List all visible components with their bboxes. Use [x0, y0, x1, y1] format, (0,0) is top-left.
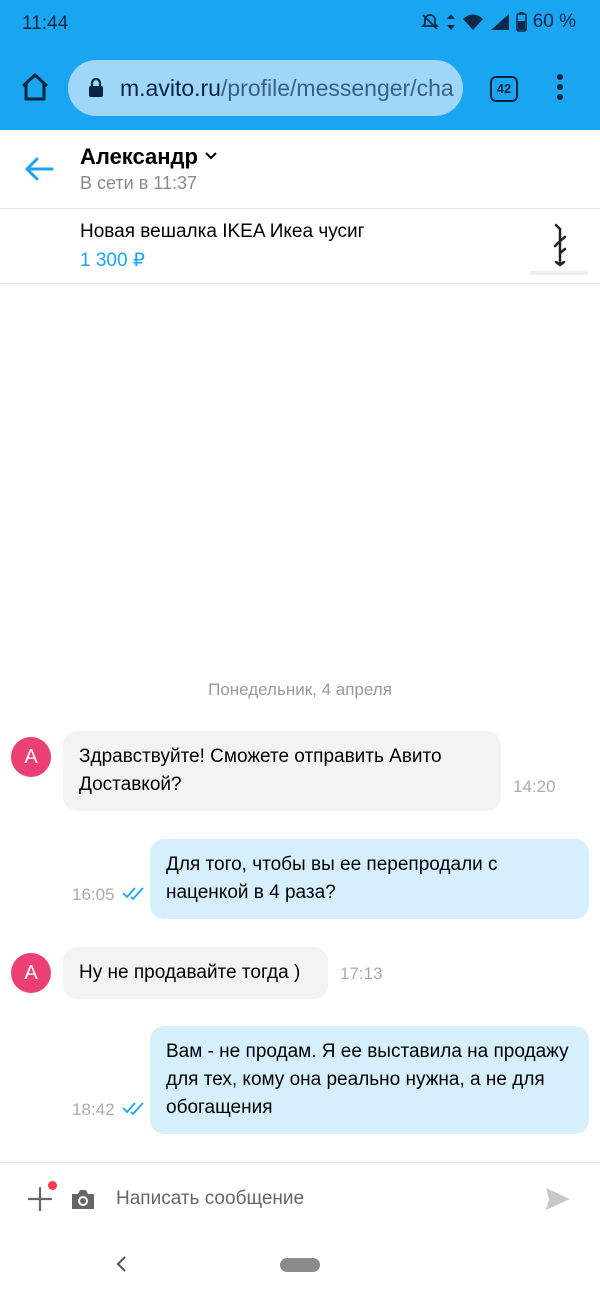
arrow-left-icon[interactable] — [22, 152, 56, 186]
message-time: 17:13 — [340, 964, 383, 983]
message-bubble-outgoing[interactable]: Вам - не продам. Я ее выставила на прода… — [150, 1026, 589, 1134]
url-path: /profile/messenger/cha — [220, 75, 454, 101]
tab-switcher-button[interactable]: 42 — [490, 76, 518, 102]
message-time: 16:05 — [72, 885, 115, 904]
signal-icon — [490, 14, 509, 30]
listing-title: Новая вешалка IKEA Икеа чусиг — [80, 221, 365, 242]
more-vert-icon[interactable] — [552, 74, 568, 104]
message-input[interactable] — [116, 1183, 516, 1215]
contact-name[interactable]: Александр — [80, 144, 198, 170]
double-check-icon — [122, 1102, 144, 1115]
avatar[interactable]: А — [11, 953, 51, 993]
status-time: 11:44 — [22, 13, 69, 34]
browser-chrome: 11:44 60 % m.avito.ru/profile/messenger/… — [0, 0, 600, 130]
date-separator: Понедельник, 4 апреля — [208, 680, 392, 699]
url-text: m.avito.ru/profile/messenger/cha — [120, 75, 454, 102]
message-time: 18:42 — [72, 1100, 115, 1119]
browser-toolbar: m.avito.ru/profile/messenger/cha 42 — [0, 48, 600, 130]
contact-status: В сети в 11:37 — [80, 173, 197, 193]
home-icon[interactable] — [18, 70, 52, 104]
listing-bar[interactable]: Новая вешалка IKEA Икеа чусиг 1 300 ₽ — [0, 208, 600, 284]
listing-price: 1 300 ₽ — [80, 250, 145, 271]
double-check-icon — [122, 887, 144, 900]
camera-icon[interactable] — [70, 1187, 96, 1211]
url-bar[interactable]: m.avito.ru/profile/messenger/cha — [68, 60, 463, 116]
battery-icon — [515, 12, 527, 32]
message-bubble-incoming[interactable]: Ну не продавайте тогда ) — [63, 947, 328, 999]
notification-dot — [48, 1181, 57, 1190]
message-bubble-incoming[interactable]: Здравствуйте! Сможете отправить Авито До… — [63, 731, 501, 811]
listing-thumbnail — [530, 217, 588, 275]
avatar[interactable]: А — [11, 737, 51, 777]
status-bar: 11:44 60 % — [0, 0, 600, 48]
url-host: m.avito.ru — [120, 75, 221, 101]
data-arrows-icon — [446, 14, 455, 30]
lock-icon — [89, 78, 103, 97]
chat-header: Александр В сети в 11:37 — [0, 130, 600, 208]
mute-icon — [420, 14, 439, 30]
message-bubble-outgoing[interactable]: Для того, чтобы вы ее перепродали с наце… — [150, 839, 589, 919]
battery-percent: 60 % — [532, 11, 576, 32]
status-icons: 60 % — [420, 11, 576, 33]
system-nav-bar — [0, 1232, 600, 1298]
send-icon[interactable] — [544, 1186, 572, 1212]
message-time: 14:20 — [513, 777, 556, 796]
nav-back-icon[interactable] — [114, 1254, 130, 1274]
chevron-down-icon[interactable] — [204, 150, 218, 162]
wifi-icon — [462, 14, 483, 30]
nav-home-pill[interactable] — [280, 1258, 320, 1272]
message-composer — [0, 1162, 600, 1232]
